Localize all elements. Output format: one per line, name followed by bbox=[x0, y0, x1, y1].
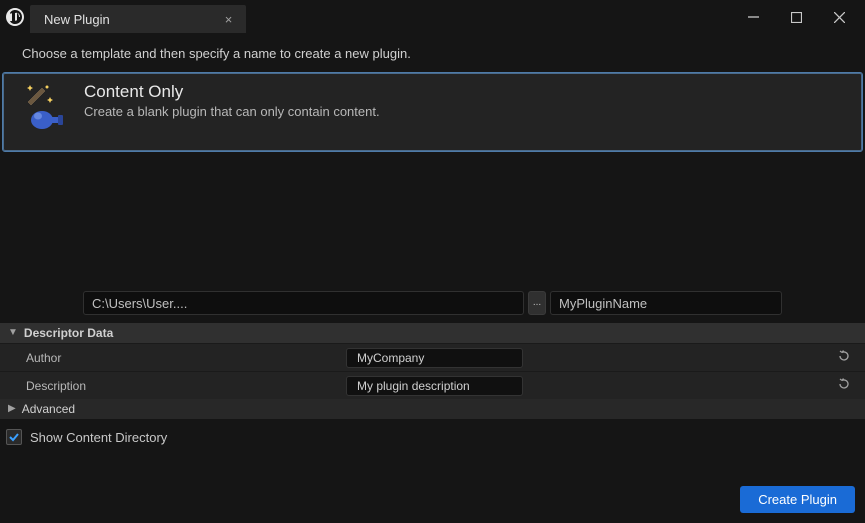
template-description: Create a blank plugin that can only cont… bbox=[84, 104, 380, 119]
advanced-header[interactable]: ▶ Advanced bbox=[0, 399, 865, 419]
show-content-directory-label: Show Content Directory bbox=[30, 430, 167, 445]
titlebar: New Plugin × bbox=[0, 0, 865, 34]
section-label: Descriptor Data bbox=[24, 326, 113, 340]
template-title: Content Only bbox=[84, 82, 380, 102]
author-input[interactable] bbox=[346, 348, 523, 368]
template-content-only[interactable]: Content Only Create a blank plugin that … bbox=[3, 73, 862, 151]
template-wizard-icon bbox=[22, 82, 64, 132]
create-plugin-button[interactable]: Create Plugin bbox=[740, 486, 855, 513]
description-row: Description bbox=[0, 371, 865, 399]
section-label: Advanced bbox=[22, 402, 75, 416]
close-icon[interactable] bbox=[834, 12, 845, 23]
minimize-icon[interactable] bbox=[748, 12, 759, 23]
tab-new-plugin[interactable]: New Plugin × bbox=[30, 5, 246, 33]
maximize-icon[interactable] bbox=[791, 12, 802, 23]
author-label: Author bbox=[26, 351, 346, 365]
reset-description-icon[interactable] bbox=[837, 377, 857, 394]
instruction-text: Choose a template and then specify a nam… bbox=[0, 34, 865, 73]
app-logo bbox=[0, 0, 30, 34]
tab-close-icon[interactable]: × bbox=[225, 12, 233, 27]
window-controls bbox=[748, 12, 865, 23]
description-label: Description bbox=[26, 379, 346, 393]
tab-title: New Plugin bbox=[44, 12, 110, 27]
reset-author-icon[interactable] bbox=[837, 349, 857, 366]
descriptor-data-header[interactable]: ▼ Descriptor Data bbox=[0, 323, 865, 343]
description-input[interactable] bbox=[346, 376, 523, 396]
chevron-right-icon: ▶ bbox=[8, 404, 16, 414]
path-row: ... bbox=[0, 285, 865, 323]
author-row: Author bbox=[0, 343, 865, 371]
show-content-directory-row: Show Content Directory bbox=[0, 419, 865, 455]
browse-path-button[interactable]: ... bbox=[528, 291, 546, 315]
chevron-down-icon: ▼ bbox=[8, 328, 18, 338]
plugin-path-input[interactable] bbox=[83, 291, 524, 315]
plugin-name-input[interactable] bbox=[550, 291, 782, 315]
show-content-directory-checkbox[interactable] bbox=[6, 429, 22, 445]
